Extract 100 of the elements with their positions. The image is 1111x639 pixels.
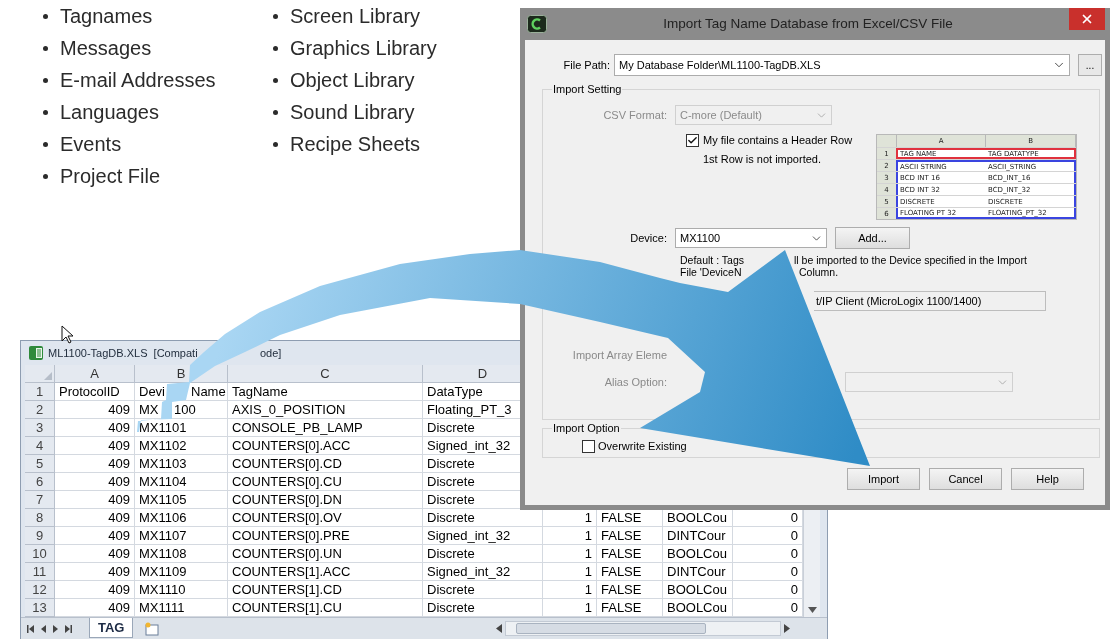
row-header[interactable]: 2 <box>25 401 55 419</box>
table-cell: COUNTERS[1].ACC <box>228 563 423 581</box>
note-text: ll be imported to the Device specified in the Import <box>794 254 1027 266</box>
table-cell: 409 <box>55 545 135 563</box>
list-item: Languages <box>60 100 159 125</box>
driver-field[interactable]: t/IP Client (MicroLogix 1100/1400) <box>814 291 1046 311</box>
corner-triangle-icon <box>44 372 52 380</box>
table-cell: Signed_int_32 <box>423 563 543 581</box>
column-header[interactable]: A <box>55 365 135 383</box>
table-cell: MX1105 <box>135 491 228 509</box>
table-cell: 409 <box>55 563 135 581</box>
last-sheet-icon[interactable] <box>65 624 72 633</box>
table-cell: Discrete <box>423 545 543 563</box>
table-cell: 409 <box>55 473 135 491</box>
row-header[interactable]: 13 <box>25 599 55 617</box>
table-cell: MX1108 <box>135 545 228 563</box>
note-text: Default : Tags <box>680 254 745 266</box>
table-cell: 0 <box>733 599 803 617</box>
field-label: CSV Format: <box>602 108 668 122</box>
horizontal-scrollbar[interactable] <box>505 621 782 636</box>
row-header[interactable]: 12 <box>25 581 55 599</box>
field-label: Import Array Eleme <box>571 348 668 362</box>
table-cell: MX1107 <box>135 527 228 545</box>
first-sheet-icon[interactable] <box>27 624 34 633</box>
table-cell: 409 <box>55 401 135 419</box>
note-text: File 'DeviceN <box>680 266 742 278</box>
browse-button[interactable]: ... <box>1078 54 1102 76</box>
dialog-button[interactable]: Import <box>847 468 920 490</box>
cell-text: Devi <box>139 384 165 399</box>
row-header[interactable]: 9 <box>25 527 55 545</box>
table-cell: MX1102 <box>135 437 228 455</box>
table-cell: Signed_int_32 <box>423 527 543 545</box>
table-cell: 409 <box>55 491 135 509</box>
list-item: E-mail Addresses <box>60 68 216 93</box>
table-cell: COUNTERS[1].CD <box>228 581 423 599</box>
table-cell: TagName <box>228 383 423 401</box>
row-header[interactable]: 11 <box>25 563 55 581</box>
table-cell: 0 <box>733 563 803 581</box>
table-cell: 0 <box>733 545 803 563</box>
row-header[interactable]: 10 <box>25 545 55 563</box>
table-cell: DINTCour <box>663 527 733 545</box>
add-button[interactable]: Add... <box>835 227 910 249</box>
table-cell: 1 <box>543 563 597 581</box>
dialog-button[interactable]: Cancel <box>929 468 1002 490</box>
table-cell: BOOLCou <box>663 599 733 617</box>
left-arrow-icon[interactable] <box>496 624 503 633</box>
table-cell: FALSE <box>597 527 663 545</box>
table-cell: 409 <box>55 527 135 545</box>
table-cell: COUNTERS[0].DN <box>228 491 423 509</box>
dialog-button[interactable]: Help <box>1011 468 1084 490</box>
cell-text: Name <box>191 384 226 399</box>
next-sheet-icon[interactable] <box>53 624 58 633</box>
list-item: Object Library <box>290 68 415 93</box>
row-header[interactable]: 5 <box>25 455 55 473</box>
table-cell: COUNTERS[0].UN <box>228 545 423 563</box>
table-cell: 409 <box>55 599 135 617</box>
close-button[interactable] <box>1069 8 1105 30</box>
table-cell: COUNTERS[0].CD <box>228 455 423 473</box>
row-header[interactable]: 8 <box>25 509 55 527</box>
file-path-dropdown[interactable]: My Database Folder\ML1100-TagDB.XLS <box>614 54 1070 76</box>
field-label: Alias Option: <box>603 375 668 389</box>
hint-text: 1st Row is not imported. <box>702 153 822 166</box>
list-item: Project File <box>60 164 161 189</box>
row-header[interactable]: 1 <box>25 383 55 401</box>
scrollbar-thumb[interactable] <box>516 623 707 634</box>
bullet-icon <box>43 45 48 51</box>
checkbox[interactable] <box>582 440 595 453</box>
sheet-tab[interactable]: TAG <box>89 617 134 638</box>
table-cell: FALSE <box>597 581 663 599</box>
bullet-icon <box>273 109 278 115</box>
list-item: Recipe Sheets <box>290 132 421 157</box>
table-cell: MX1109 <box>135 563 228 581</box>
right-arrow-icon[interactable] <box>784 624 791 633</box>
column-header[interactable]: C <box>228 365 423 383</box>
checkbox[interactable] <box>686 134 699 147</box>
note-text: Column. <box>799 266 839 278</box>
list-item: Messages <box>60 36 152 61</box>
field-label: Device: <box>629 231 668 245</box>
row-header[interactable]: 4 <box>25 437 55 455</box>
list-item: Graphics Library <box>290 36 437 61</box>
table-cell: FALSE <box>597 545 663 563</box>
dropdown[interactable]: MX1100 <box>675 228 827 248</box>
table-cell: Discrete <box>423 509 543 527</box>
table-cell: COUNTERS[0].CU <box>228 473 423 491</box>
previous-sheet-icon[interactable] <box>41 624 46 633</box>
cell-text: 100 <box>174 402 196 417</box>
row-header[interactable]: 6 <box>25 473 55 491</box>
app-icon <box>527 15 547 33</box>
table-cell: 409 <box>55 419 135 437</box>
row-header[interactable]: 3 <box>25 419 55 437</box>
group-legend: Import Setting <box>552 83 623 96</box>
table-cell: 1 <box>543 527 597 545</box>
row-header[interactable]: 7 <box>25 491 55 509</box>
table-cell: MX1103 <box>135 455 228 473</box>
table-cell: 409 <box>55 437 135 455</box>
table-cell: 409 <box>55 509 135 527</box>
table-cell: COUNTERS[0].ACC <box>228 437 423 455</box>
table-cell: 409 <box>55 455 135 473</box>
table-cell: MX1106 <box>135 509 228 527</box>
down-arrow-icon <box>807 607 817 613</box>
